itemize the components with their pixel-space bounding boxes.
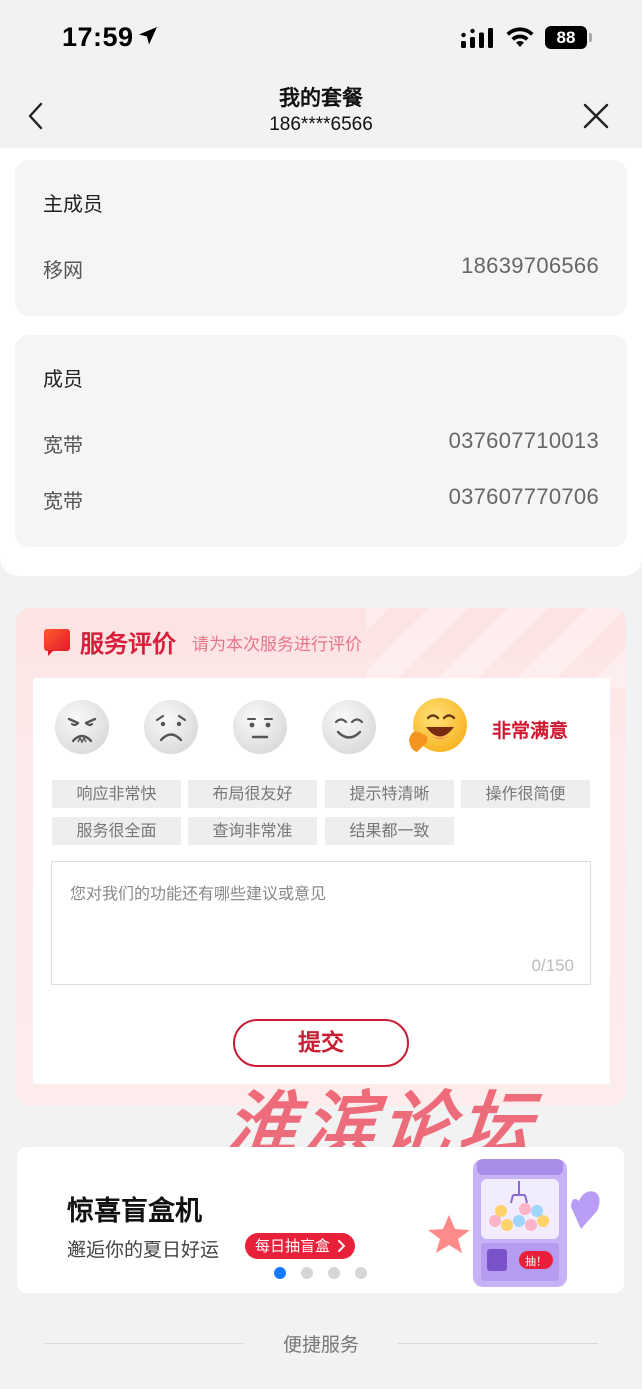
member-number: 037607710013 <box>448 428 599 453</box>
service-evaluation-panel: 服务评价 请为本次服务进行评价 非常满意 响应非常快 布局很友好 提示特清晰 操… <box>16 608 626 1106</box>
carousel-dot[interactable] <box>274 1267 286 1279</box>
satisfied-face-icon[interactable] <box>320 698 378 756</box>
neutral-face-icon[interactable] <box>231 698 289 756</box>
status-time: 17:59 <box>62 22 134 52</box>
nav-bar: 我的套餐 186****6566 <box>0 76 642 148</box>
blind-box-banner[interactable]: 惊喜盲盒机 邂逅你的夏日好运 每日抽盲盒 抽！ <box>17 1147 624 1293</box>
location-arrow-icon <box>139 27 157 45</box>
main-member-card: 主成员 移网 18639706566 <box>15 160 627 316</box>
tag-option[interactable]: 布局很友好 <box>188 780 317 808</box>
main-member-heading: 主成员 <box>43 192 103 216</box>
status-bar: 17:59 88 <box>0 0 642 76</box>
package-sheet: 主成员 移网 18639706566 成员 宽带 037607710013 宽带… <box>0 148 642 576</box>
evaluation-title: 服务评价 <box>80 630 176 658</box>
carousel-dot[interactable] <box>355 1267 367 1279</box>
speech-bubble-icon <box>44 629 70 656</box>
section-divider <box>398 1343 598 1344</box>
main-member-label: 移网 <box>43 258 83 282</box>
unsatisfied-face-icon[interactable] <box>142 698 200 756</box>
carousel-dot[interactable] <box>328 1267 340 1279</box>
member-number: 037607770706 <box>448 484 599 509</box>
daily-draw-button[interactable]: 每日抽盲盒 <box>245 1233 355 1259</box>
battery-icon: 88 <box>545 26 587 49</box>
battery-cap <box>589 33 592 42</box>
feedback-char-count: 0/150 <box>531 956 574 975</box>
members-heading: 成员 <box>43 367 83 391</box>
members-card: 成员 宽带 037607710013 宽带 037607770706 <box>15 335 627 547</box>
very-satisfied-face-icon[interactable] <box>407 696 469 758</box>
chevron-right-icon <box>337 1240 346 1252</box>
blind-box-machine-illustration: 抽！ <box>428 1159 600 1287</box>
feedback-placeholder: 您对我们的功能还有哪些建议或意见 <box>70 884 327 903</box>
evaluation-subtitle: 请为本次服务进行评价 <box>192 635 362 655</box>
decorative-stripes <box>366 608 626 688</box>
evaluation-form: 非常满意 响应非常快 布局很友好 提示特清晰 操作很简便 服务很全面 查询非常准… <box>33 678 610 1084</box>
wifi-icon <box>506 27 534 47</box>
selected-rating-label: 非常满意 <box>492 720 569 742</box>
daily-draw-label: 每日抽盲盒 <box>255 1237 331 1255</box>
feedback-textarea[interactable]: 您对我们的功能还有哪些建议或意见 0/150 <box>51 861 591 985</box>
member-label: 宽带 <box>43 489 83 513</box>
main-member-number: 18639706566 <box>461 253 599 278</box>
page-title: 我的套餐 <box>279 86 363 110</box>
banner-title: 惊喜盲盒机 <box>67 1196 202 1227</box>
carousel-dot[interactable] <box>301 1267 313 1279</box>
tag-option[interactable]: 服务很全面 <box>52 817 181 845</box>
tag-option[interactable]: 结果都一致 <box>325 817 454 845</box>
signal-icon <box>461 28 493 48</box>
tag-option[interactable]: 查询非常准 <box>188 817 317 845</box>
page-subtitle: 186****6566 <box>269 114 373 135</box>
member-label: 宽带 <box>43 433 83 457</box>
machine-draw-label: 抽！ <box>525 1254 547 1268</box>
banner-subtitle: 邂逅你的夏日好运 <box>67 1239 220 1261</box>
tag-option[interactable]: 响应非常快 <box>52 780 181 808</box>
very-unsatisfied-face-icon[interactable] <box>53 698 111 756</box>
close-icon[interactable] <box>582 102 610 130</box>
submit-button[interactable]: 提交 <box>233 1019 409 1067</box>
tag-option[interactable]: 提示特清晰 <box>325 780 454 808</box>
tag-option[interactable]: 操作很简便 <box>461 780 590 808</box>
